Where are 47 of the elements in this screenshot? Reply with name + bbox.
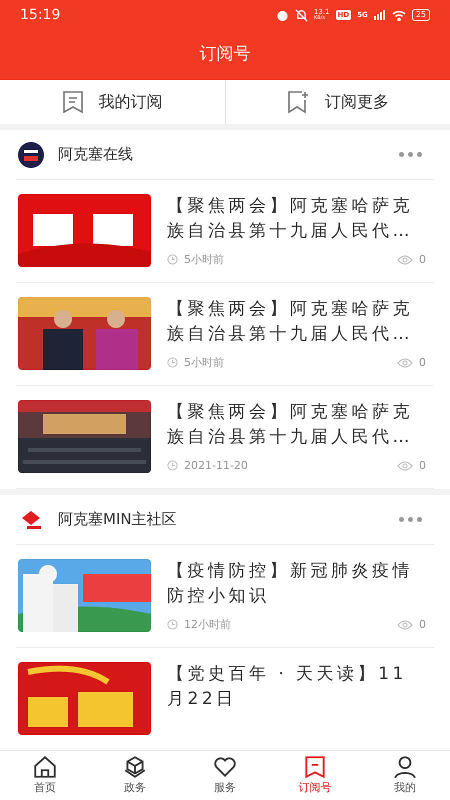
article-item[interactable]: 【聚焦两会】阿克塞哈萨克族自治县第十九届人民代… 5小时前 0	[16, 283, 434, 386]
bell-off-icon	[294, 8, 308, 22]
signal-icon	[374, 10, 386, 20]
view-count: 0	[419, 354, 426, 370]
wifi-icon	[392, 10, 406, 20]
channel-name: 阿克塞MIN主社区	[58, 509, 178, 530]
article-title: 【聚焦两会】阿克塞哈萨克族自治县第十九届人民代…	[167, 401, 414, 449]
article-time: 2021-11-20	[184, 458, 249, 474]
subscription-tab[interactable]: 订阅更多	[226, 80, 450, 124]
channel-name: 阿克塞在线	[58, 144, 134, 166]
status-time: 15:19	[20, 6, 60, 24]
eye-icon	[397, 460, 413, 471]
view-count: 0	[419, 616, 426, 632]
page-title: 订阅号	[200, 43, 250, 66]
nav-tab[interactable]: 首页	[0, 751, 90, 800]
article-title: 【聚焦两会】阿克塞哈萨克族自治县第十九届人民代…	[167, 298, 414, 346]
view-count: 0	[419, 458, 426, 474]
clock-icon	[167, 619, 178, 630]
subscription-tab[interactable]: 我的订阅	[0, 80, 224, 124]
eye-icon	[397, 620, 413, 630]
user-icon	[392, 754, 418, 780]
article-title: 【疫情防控】新冠肺炎疫情防控小知识	[167, 560, 414, 608]
clock-icon	[167, 254, 178, 266]
article-item[interactable]: 【聚焦两会】阿克塞哈萨克族自治县第十九届人民代… 2021-11-20 0	[16, 386, 434, 489]
bookmark-plus-icon	[286, 90, 311, 114]
nav-tab[interactable]: 订阅号	[270, 751, 360, 800]
cube-icon	[122, 754, 148, 780]
clock-icon	[167, 357, 178, 368]
article-item[interactable]: 【疫情防控】新冠肺炎疫情防控小知识 12小时前 0	[16, 545, 434, 648]
eye-icon	[397, 358, 413, 368]
article-title: 【聚焦两会】阿克塞哈萨克族自治县第十九届人民代…	[167, 195, 414, 243]
bookmark-icon	[62, 90, 84, 114]
clock-icon	[167, 460, 178, 472]
nav-tab[interactable]: 服务	[180, 751, 270, 800]
nav-tab[interactable]: 政务	[90, 751, 180, 800]
article-item[interactable]: 【党史百年 · 天天读】11月22日	[16, 648, 434, 750]
article-title: 【党史百年 · 天天读】11月22日	[167, 663, 408, 711]
channel-logo-icon	[18, 142, 44, 168]
article-time: 5小时前	[184, 354, 225, 370]
article-item[interactable]: 【聚焦两会】阿克塞哈萨克族自治县第十九届人民代… 5小时前 0	[16, 180, 434, 283]
view-count: 0	[419, 252, 426, 268]
article-time: 5小时前	[184, 252, 225, 268]
nav-tab[interactable]: 我的	[360, 751, 450, 800]
eye-icon	[397, 254, 413, 265]
battery-level: 25	[412, 9, 430, 21]
home-icon	[32, 754, 58, 780]
article-time: 12小时前	[184, 616, 232, 632]
